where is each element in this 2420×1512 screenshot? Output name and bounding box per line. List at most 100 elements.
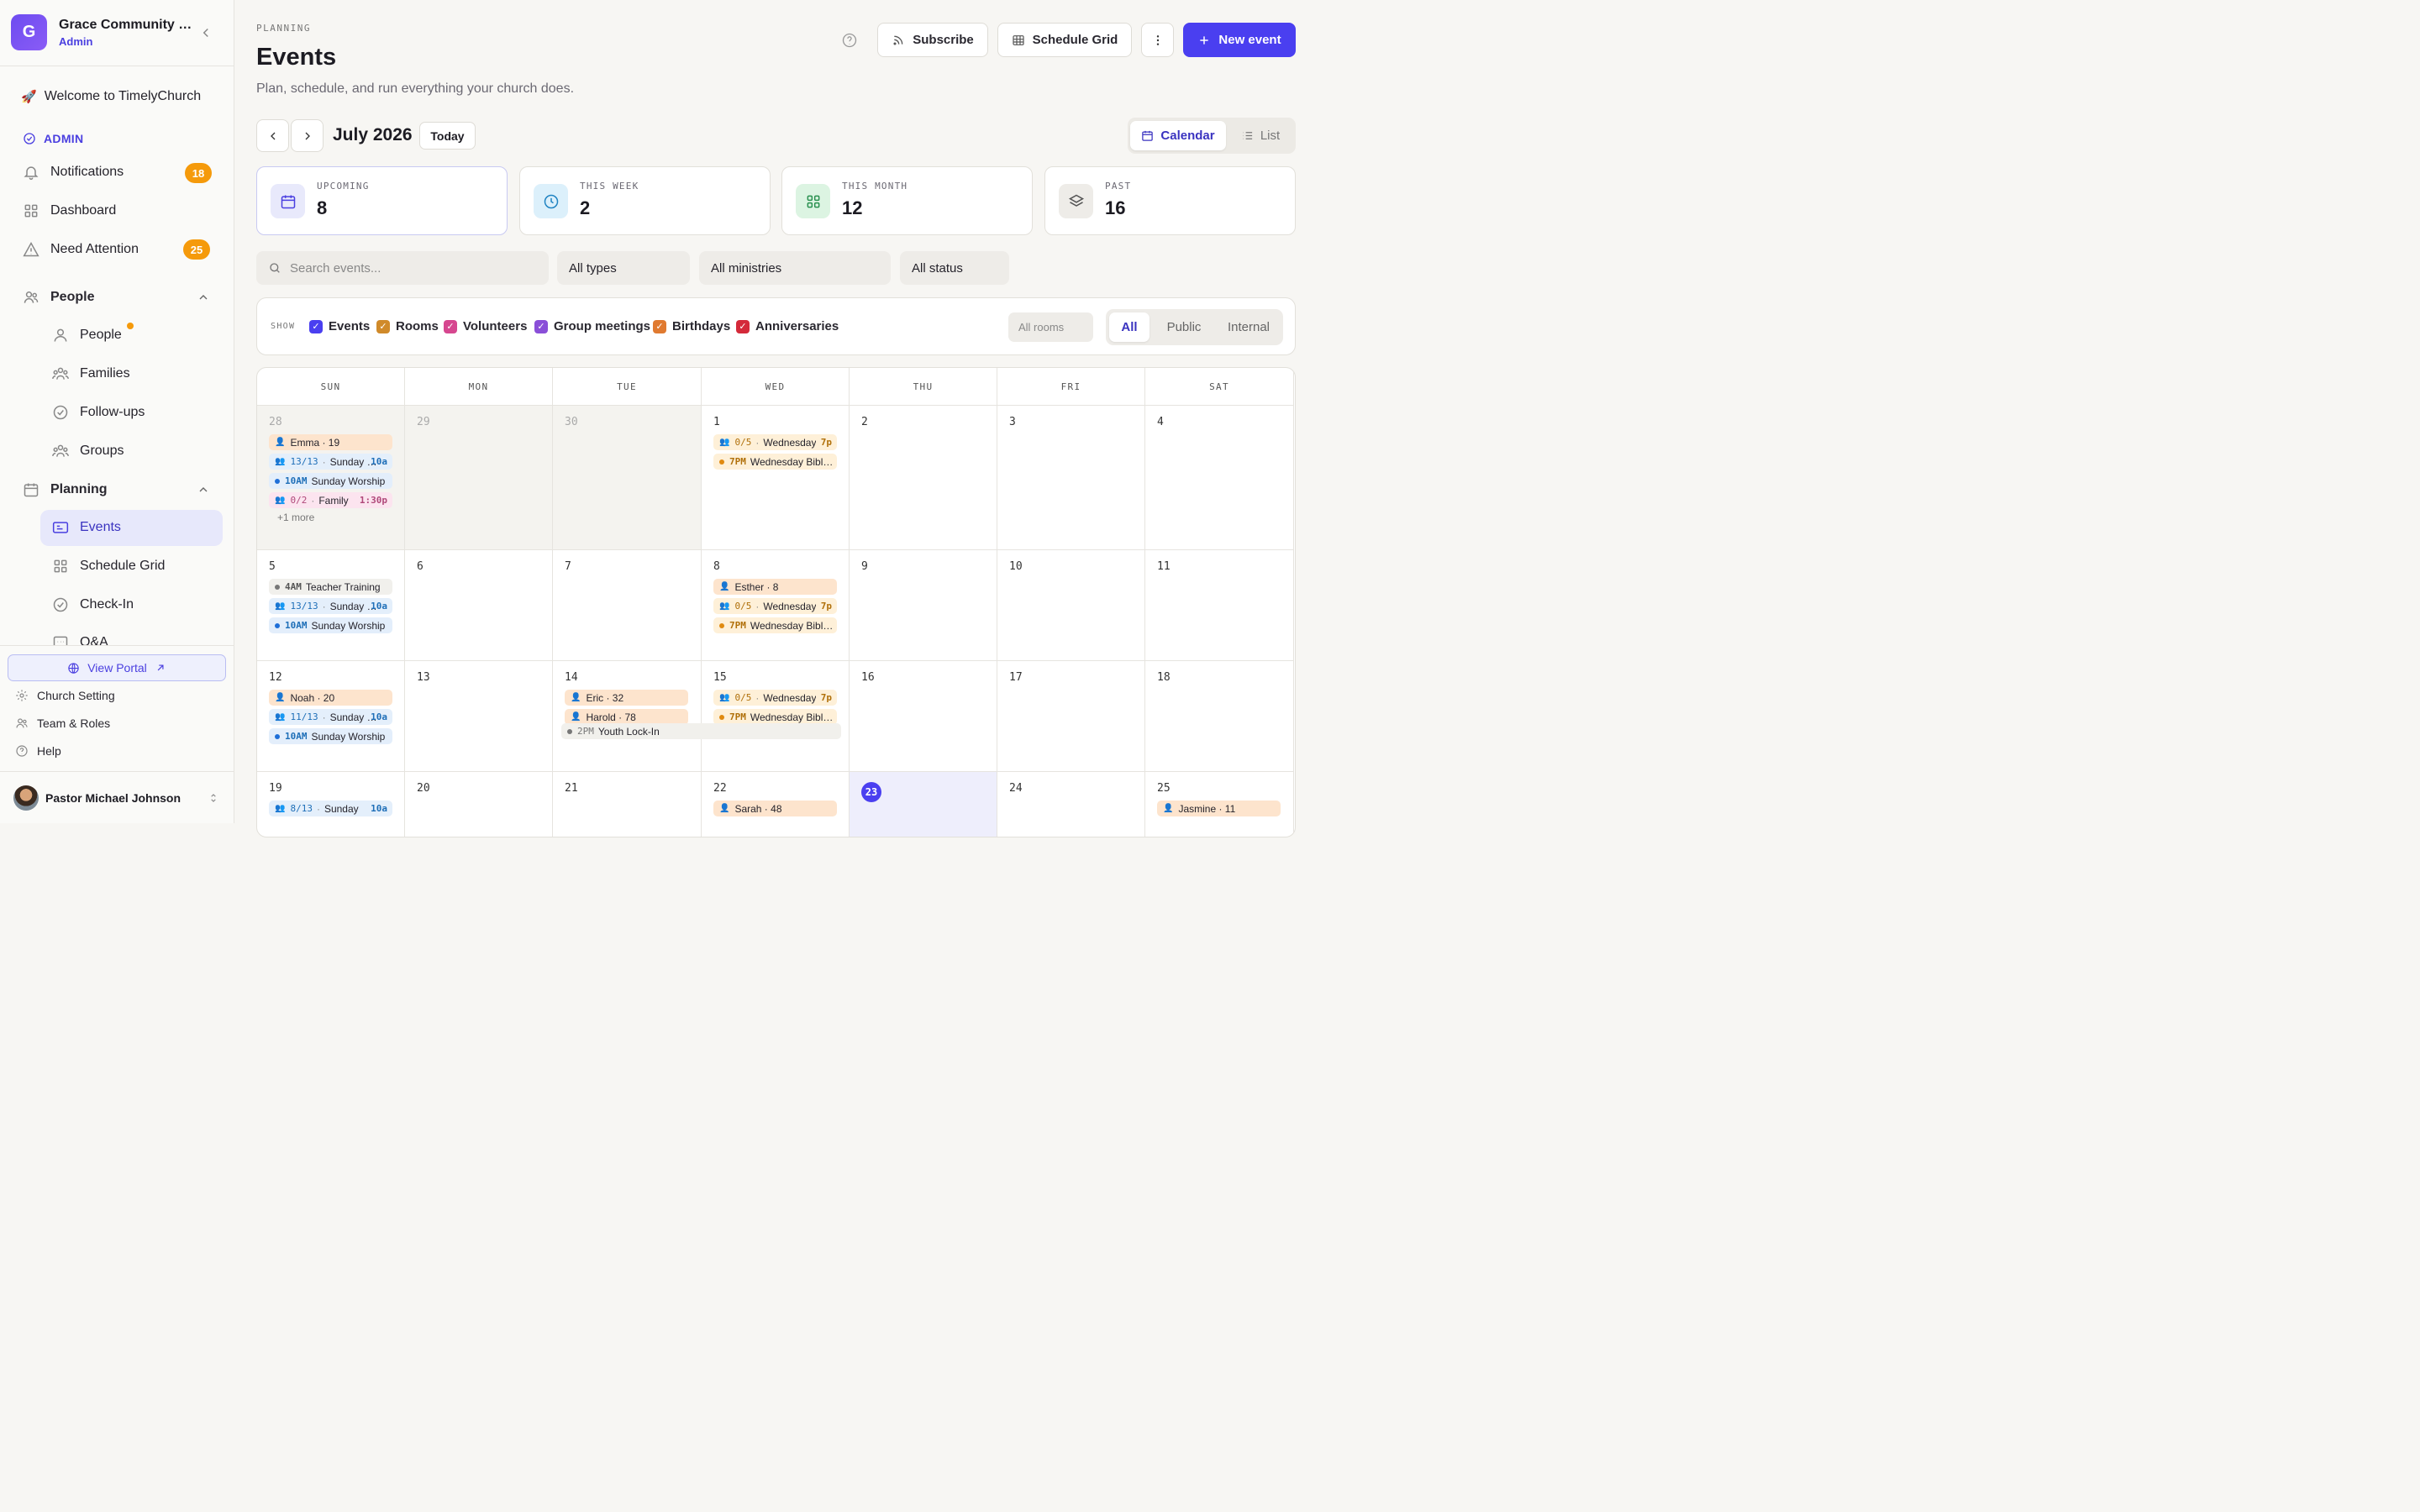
status-filter-select[interactable]: All status <box>900 251 1009 285</box>
more-options-button[interactable] <box>1141 23 1174 57</box>
sidebar-item-schedule-grid[interactable]: Schedule Grid <box>52 558 165 575</box>
sidebar-item-events[interactable]: Events <box>52 519 121 536</box>
calendar-day-cell[interactable]: 20 <box>405 772 553 837</box>
calendar-day-cell[interactable]: 8 👤 Esther · 8 👥 0/5 · Wednesday 7p 7PM Wednesday… <box>702 550 850 661</box>
calendar-day-cell[interactable]: 18 <box>1145 661 1294 772</box>
birthday-chip[interactable]: 👤 Noah · 20 <box>269 690 392 706</box>
user-menu[interactable]: Pastor Michael Johnson <box>0 771 234 823</box>
ministry-filter-select[interactable]: All ministries <box>699 251 891 285</box>
list-view-button[interactable]: List <box>1228 121 1292 150</box>
welcome-link[interactable]: 🚀 Welcome to TimelyChurch <box>21 89 201 104</box>
event-chip[interactable]: 10AM Sunday Worship <box>269 728 392 744</box>
event-chip[interactable]: 7PM Wednesday Bible Study <box>713 617 837 633</box>
sidebar-item-help[interactable]: Help <box>15 744 61 758</box>
new-event-button[interactable]: New event <box>1183 23 1296 57</box>
next-month-button[interactable] <box>291 119 324 152</box>
calendar-day-cell[interactable]: 5 4AMTeacher Training 👥 13/13 · Sunday Worshi… <box>257 550 405 661</box>
sidebar-item-need-attention[interactable]: Need Attention <box>23 241 139 258</box>
sidebar-item-church-setting[interactable]: Church Setting <box>15 689 115 702</box>
today-button[interactable]: Today <box>419 122 476 150</box>
calendar-day-cell[interactable]: 7 <box>553 550 702 661</box>
schedule-grid-button[interactable]: Schedule Grid <box>997 23 1132 57</box>
event-chip[interactable]: 👥13/13·Sunday Worship10a <box>269 454 392 470</box>
show-filter-events[interactable]: ✓ Events <box>309 319 370 333</box>
stat-card-upcoming[interactable]: UPCOMING 8 <box>256 166 508 235</box>
calendar-day-cell[interactable]: 14 👤 Eric · 32 👤 Harold · 78 <box>553 661 702 772</box>
rooms-select[interactable]: All rooms <box>1008 312 1093 342</box>
show-filter-rooms[interactable]: ✓ Rooms <box>376 319 439 333</box>
calendar-day-cell[interactable]: 12 👤 Noah · 20 👥 11/13 · Sunday Worship 10a 10AM… <box>257 661 405 772</box>
calendar-day-cell[interactable]: 11 <box>1145 550 1294 661</box>
sidebar-item-qa[interactable]: Q&A <box>52 634 108 645</box>
show-filter-group-meetings[interactable]: ✓ Group meetings <box>534 319 650 333</box>
event-chip[interactable]: 👥 0/2 · Family 1:30p <box>269 492 392 508</box>
type-filter-select[interactable]: All types <box>557 251 690 285</box>
view-portal-button[interactable]: View Portal <box>8 654 226 681</box>
more-events-link[interactable]: +1 more <box>277 512 314 523</box>
birthday-chip[interactable]: 👤 Eric · 32 <box>565 690 688 706</box>
event-chip[interactable]: 10AM Sunday Worship <box>269 473 392 489</box>
event-chip[interactable]: 10AM Sunday Worship <box>269 617 392 633</box>
calendar-day-cell[interactable]: 9 <box>850 550 997 661</box>
chevron-up-icon[interactable] <box>197 483 210 496</box>
planning-section-header[interactable]: Planning <box>23 481 108 498</box>
people-section-header[interactable]: People <box>23 289 94 306</box>
birthday-chip[interactable]: 👤 Sarah · 48 <box>713 801 837 816</box>
show-filter-volunteers[interactable]: ✓ Volunteers <box>444 319 527 333</box>
multi-day-event-bar[interactable]: 2PM Youth Lock-In <box>561 723 841 739</box>
sidebar-item-team-roles[interactable]: Team & Roles <box>15 717 110 730</box>
event-chip[interactable]: 👥 0/5 · Wednesday 7p <box>713 690 837 706</box>
collapse-sidebar-icon[interactable] <box>198 25 213 40</box>
calendar-day-cell[interactable]: 17 <box>997 661 1145 772</box>
event-chip[interactable]: 👥11/13·Sunday Worship10a <box>269 709 392 725</box>
calendar-day-cell[interactable]: 2 <box>850 406 997 550</box>
sidebar-item-people[interactable]: People <box>52 327 122 344</box>
calendar-day-cell[interactable]: 10 <box>997 550 1145 661</box>
help-circle-icon[interactable] <box>841 32 858 49</box>
sidebar-item-check-in[interactable]: Check-In <box>52 596 134 613</box>
stat-card-past[interactable]: PAST 16 <box>1044 166 1296 235</box>
stat-card-this-month[interactable]: THIS MONTH 12 <box>781 166 1033 235</box>
calendar-view-button[interactable]: Calendar <box>1130 121 1226 150</box>
calendar-day-cell[interactable]: 22 👤 Sarah · 48 <box>702 772 850 837</box>
calendar-day-cell[interactable]: 3 <box>997 406 1145 550</box>
event-chip[interactable]: 👥 0/5 · Wednesday 7p <box>713 598 837 614</box>
org-switcher[interactable]: G Grace Community Church Admin <box>0 0 234 66</box>
event-chip[interactable]: 👥 0/5 · Wednesday 7p <box>713 434 837 450</box>
birthday-chip[interactable]: 👤 Esther · 8 <box>713 579 837 595</box>
show-filter-anniversaries[interactable]: ✓ Anniversaries <box>736 319 839 333</box>
calendar-day-cell[interactable]: 21 <box>553 772 702 837</box>
calendar-day-cell[interactable]: 15 👥 0/5·Wednesday7p 7PM Wednesday Bible Stu… <box>702 661 850 772</box>
calendar-day-cell[interactable]: 23 <box>850 772 997 837</box>
calendar-day-cell[interactable]: 24 <box>997 772 1145 837</box>
stat-card-this-week[interactable]: THIS WEEK 2 <box>519 166 771 235</box>
search-input[interactable]: Search events... <box>256 251 549 285</box>
audience-public-button[interactable]: Public <box>1153 312 1215 342</box>
subscribe-button[interactable]: Subscribe <box>877 23 988 57</box>
sidebar-item-follow-ups[interactable]: Follow-ups <box>52 404 145 421</box>
event-chip[interactable]: 4AM Teacher Training <box>269 579 392 595</box>
calendar-day-cell[interactable]: 25 👤 Jasmine · 11 <box>1145 772 1294 837</box>
audience-all-button[interactable]: All <box>1109 312 1150 342</box>
prev-month-button[interactable] <box>256 119 289 152</box>
sidebar-item-groups[interactable]: Groups <box>52 443 124 459</box>
audience-internal-button[interactable]: Internal <box>1217 312 1281 342</box>
event-chip[interactable]: 👥13/13·Sunday Worship10a <box>269 598 392 614</box>
chevron-up-icon[interactable] <box>197 291 210 304</box>
sidebar-item-notifications[interactable]: Notifications <box>23 164 124 181</box>
calendar-day-cell[interactable]: 6 <box>405 550 553 661</box>
show-filter-birthdays[interactable]: ✓ Birthdays <box>653 319 730 333</box>
calendar-day-cell[interactable]: 1 👥 0/5·Wednesday7p 7PM Wednesday Bible Stud… <box>702 406 850 550</box>
sidebar-item-families[interactable]: Families <box>52 365 130 382</box>
sidebar-item-dashboard[interactable]: Dashboard <box>23 202 116 219</box>
calendar-day-cell[interactable]: 16 <box>850 661 997 772</box>
calendar-day-cell[interactable]: 29 <box>405 406 553 550</box>
calendar-day-cell[interactable]: 28 👤 Emma · 19 👥 13/13 · Sunday Worship 10a 10AM… <box>257 406 405 550</box>
birthday-chip[interactable]: 👤 Emma · 19 <box>269 434 392 450</box>
calendar-day-cell[interactable]: 4 <box>1145 406 1294 550</box>
calendar-day-cell[interactable]: 19 👥 8/13 · Sunday 10a <box>257 772 405 837</box>
calendar-day-cell[interactable]: 13 <box>405 661 553 772</box>
event-chip[interactable]: 👥 8/13 · Sunday 10a <box>269 801 392 816</box>
calendar-day-cell[interactable]: 30 <box>553 406 702 550</box>
event-chip[interactable]: 7PM Wednesday Bible Study <box>713 454 837 470</box>
